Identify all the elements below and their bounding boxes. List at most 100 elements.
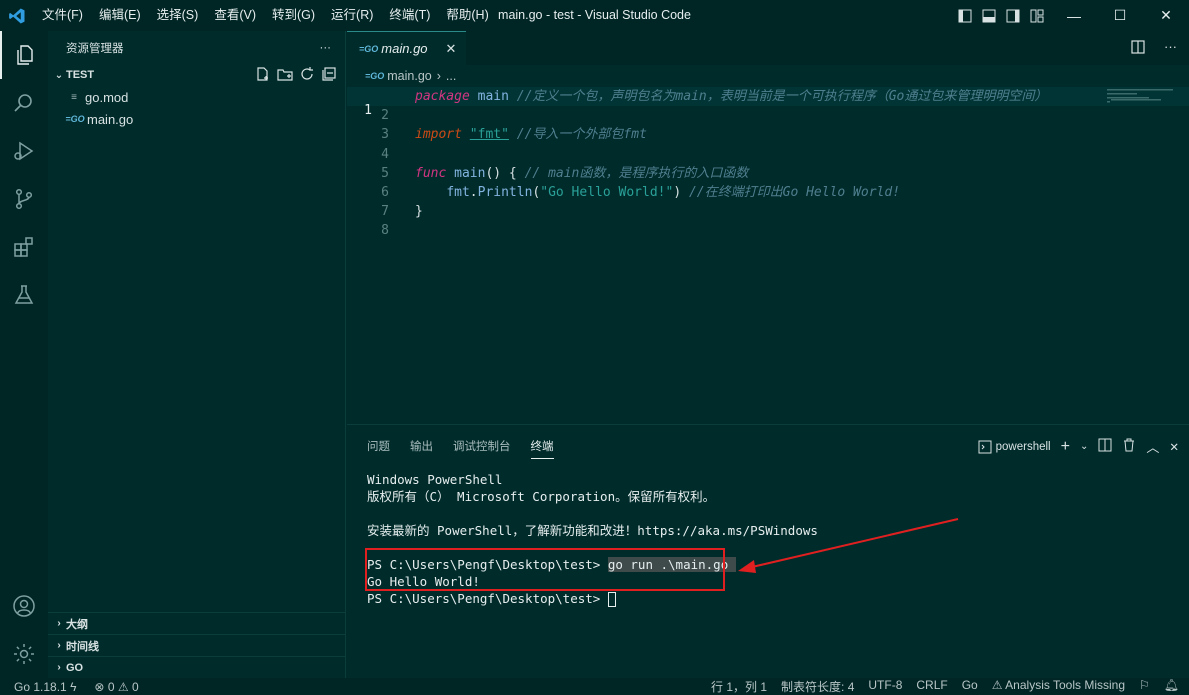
token-comment: //在终端打印出Go Hello World! (681, 184, 901, 200)
go-version: Go 1.18.1 (14, 679, 67, 694)
close-window-button[interactable]: ✕ (1143, 0, 1189, 31)
split-editor-icon[interactable] (1130, 39, 1146, 58)
code-line: 1 package main //定义一个包，声明包名为main，表明当前是一个… (347, 87, 1189, 118)
code-line: 5 func main() { // main函数，是程序执行的入口函数 (347, 164, 1189, 183)
explorer-icon[interactable] (0, 31, 48, 79)
code-editor[interactable]: 1 package main //定义一个包，声明包名为main，表明当前是一个… (347, 87, 1189, 241)
chevron-down-icon[interactable]: ⌄ (1080, 441, 1088, 452)
minimize-button[interactable]: — (1051, 0, 1097, 31)
customize-layout-icon[interactable] (1027, 6, 1047, 26)
new-folder-icon[interactable] (277, 66, 293, 85)
code-line: 2 (347, 106, 1189, 125)
maximize-button[interactable]: ☐ (1097, 0, 1143, 31)
new-terminal-plus-icon[interactable]: + (1061, 438, 1070, 456)
tab-problems[interactable]: 问题 (367, 434, 390, 458)
code-line: 4 (347, 145, 1189, 164)
vscode-logo-icon (0, 0, 34, 31)
section-outline[interactable]: › 大纲 (48, 612, 345, 634)
explorer-sidebar: 资源管理器 ··· ⌄ TEST ≡ go.mod =GO main.go › … (48, 31, 346, 678)
terminal-prompt: PS C:\Users\Pengf\Desktop\test> (367, 591, 608, 606)
cursor-position[interactable]: 行 1，列 1 (711, 678, 767, 695)
analysis-tools-status[interactable]: ⚠ Analysis Tools Missing (992, 678, 1125, 695)
end-of-line[interactable]: CRLF (916, 678, 947, 695)
annotation-highlight-box (365, 548, 725, 591)
code-line: 7 } (347, 202, 1189, 221)
line-number: 7 (381, 204, 389, 220)
tab-main-go[interactable]: =GO main.go ✕ (347, 31, 467, 65)
chevron-down-icon: ⌄ (54, 69, 64, 81)
notifications-bell-icon[interactable]: 🔔︎ (1164, 678, 1179, 695)
close-tab-button[interactable]: ✕ (446, 41, 457, 57)
refresh-icon[interactable] (299, 66, 315, 85)
encoding[interactable]: UTF-8 (868, 678, 902, 695)
toggle-sidebar-icon[interactable] (955, 6, 975, 26)
go-badge: GO (364, 43, 379, 54)
testing-flask-icon[interactable] (0, 271, 48, 319)
line-number: 6 (381, 184, 389, 200)
breadcrumb-symbol[interactable]: ... (446, 69, 456, 83)
menu-terminal[interactable]: 终端(T) (381, 0, 438, 31)
split-terminal-icon[interactable] (1098, 438, 1112, 455)
close-panel-icon[interactable]: ✕ (1169, 440, 1179, 454)
file-name: go.mod (85, 89, 129, 105)
settings-gear-icon[interactable] (0, 630, 48, 678)
collapse-all-icon[interactable] (321, 66, 337, 85)
source-control-icon[interactable] (0, 175, 48, 223)
maximize-panel-icon[interactable]: ︿ (1146, 437, 1159, 456)
extensions-icon[interactable] (0, 223, 48, 271)
line-number: 8 (381, 223, 389, 239)
error-count: 0 (107, 679, 115, 694)
file-item-main-go[interactable]: =GO main.go (48, 108, 345, 130)
menu-run[interactable]: 运行(R) (323, 0, 381, 31)
tab-terminal[interactable]: 终端 (530, 434, 554, 459)
problems-status[interactable]: ⊗ 0 ⚠ 0 (94, 680, 138, 694)
minimap[interactable] (1107, 88, 1177, 106)
explorer-more-button[interactable]: ··· (320, 42, 332, 54)
feedback-icon[interactable]: ⚐ (1139, 678, 1150, 695)
terminal-line: Windows PowerShell (367, 472, 503, 487)
menu-go[interactable]: 转到(G) (264, 0, 323, 31)
token-package: fmt (446, 184, 470, 200)
run-debug-icon[interactable] (0, 127, 48, 175)
chevron-right-icon: › (57, 618, 61, 629)
trash-icon[interactable] (1122, 438, 1136, 455)
section-timeline[interactable]: › 时间线 (48, 634, 345, 656)
menu-help[interactable]: 帮助(H) (438, 0, 496, 31)
menu-edit[interactable]: 编辑(E) (91, 0, 149, 31)
menu-selection[interactable]: 选择(S) (149, 0, 207, 31)
token-comment: //导入一个外部包fmt (508, 127, 647, 143)
terminal-line: 版权所有（C） Microsoft Corporation。保留所有权利。 (367, 489, 716, 504)
language-mode[interactable]: Go (962, 678, 978, 695)
new-file-icon[interactable] (255, 66, 271, 85)
warning-icon: ⚠ (117, 679, 129, 694)
breadcrumb: =GO main.go › ... (347, 65, 1189, 87)
shell-name: powershell (995, 440, 1051, 453)
search-icon[interactable] (0, 79, 48, 127)
tab-size[interactable]: 制表符长度: 4 (781, 678, 854, 695)
toggle-panel-icon[interactable] (979, 6, 999, 26)
line-number: 5 (381, 165, 389, 181)
go-version-status[interactable]: Go 1.18.1 ϟ (14, 680, 76, 694)
toggle-secondary-sidebar-icon[interactable] (1003, 6, 1023, 26)
section-go[interactable]: › GO (48, 656, 345, 678)
code-line: 6 fmt.Println("Go Hello World!") //在终端打印… (347, 183, 1189, 202)
menu-view[interactable]: 查看(V) (206, 0, 264, 31)
breadcrumb-file[interactable]: main.go (387, 69, 431, 83)
editor-area: =GO main.go ✕ ··· =GO main.go › ... 1 pa… (347, 31, 1189, 424)
code-line: 3 import "fmt" //导入一个外部包fmt (347, 125, 1189, 144)
token-punct: . (469, 184, 478, 200)
title-bar: 文件(F) 编辑(E) 选择(S) 查看(V) 转到(G) 运行(R) 终端(T… (0, 0, 1189, 31)
menu-file[interactable]: 文件(F) (34, 0, 91, 31)
more-actions-icon[interactable]: ··· (1164, 39, 1177, 58)
section-label: 时间线 (66, 640, 99, 653)
token-comment: // main函数，是程序执行的入口函数 (516, 165, 749, 181)
account-icon[interactable] (0, 582, 48, 630)
status-bar: Go 1.18.1 ϟ ⊗ 0 ⚠ 0 行 1，列 1 制表符长度: 4 UTF… (0, 678, 1189, 695)
terminal-shell-selector[interactable]: powershell (978, 440, 1051, 454)
folder-header-test[interactable]: ⌄ TEST (48, 64, 345, 86)
tab-debug-console[interactable]: 调试控制台 (453, 434, 511, 458)
chevron-right-icon: › (57, 640, 61, 651)
tab-output[interactable]: 输出 (410, 434, 433, 458)
file-item-go-mod[interactable]: ≡ go.mod (48, 86, 345, 108)
